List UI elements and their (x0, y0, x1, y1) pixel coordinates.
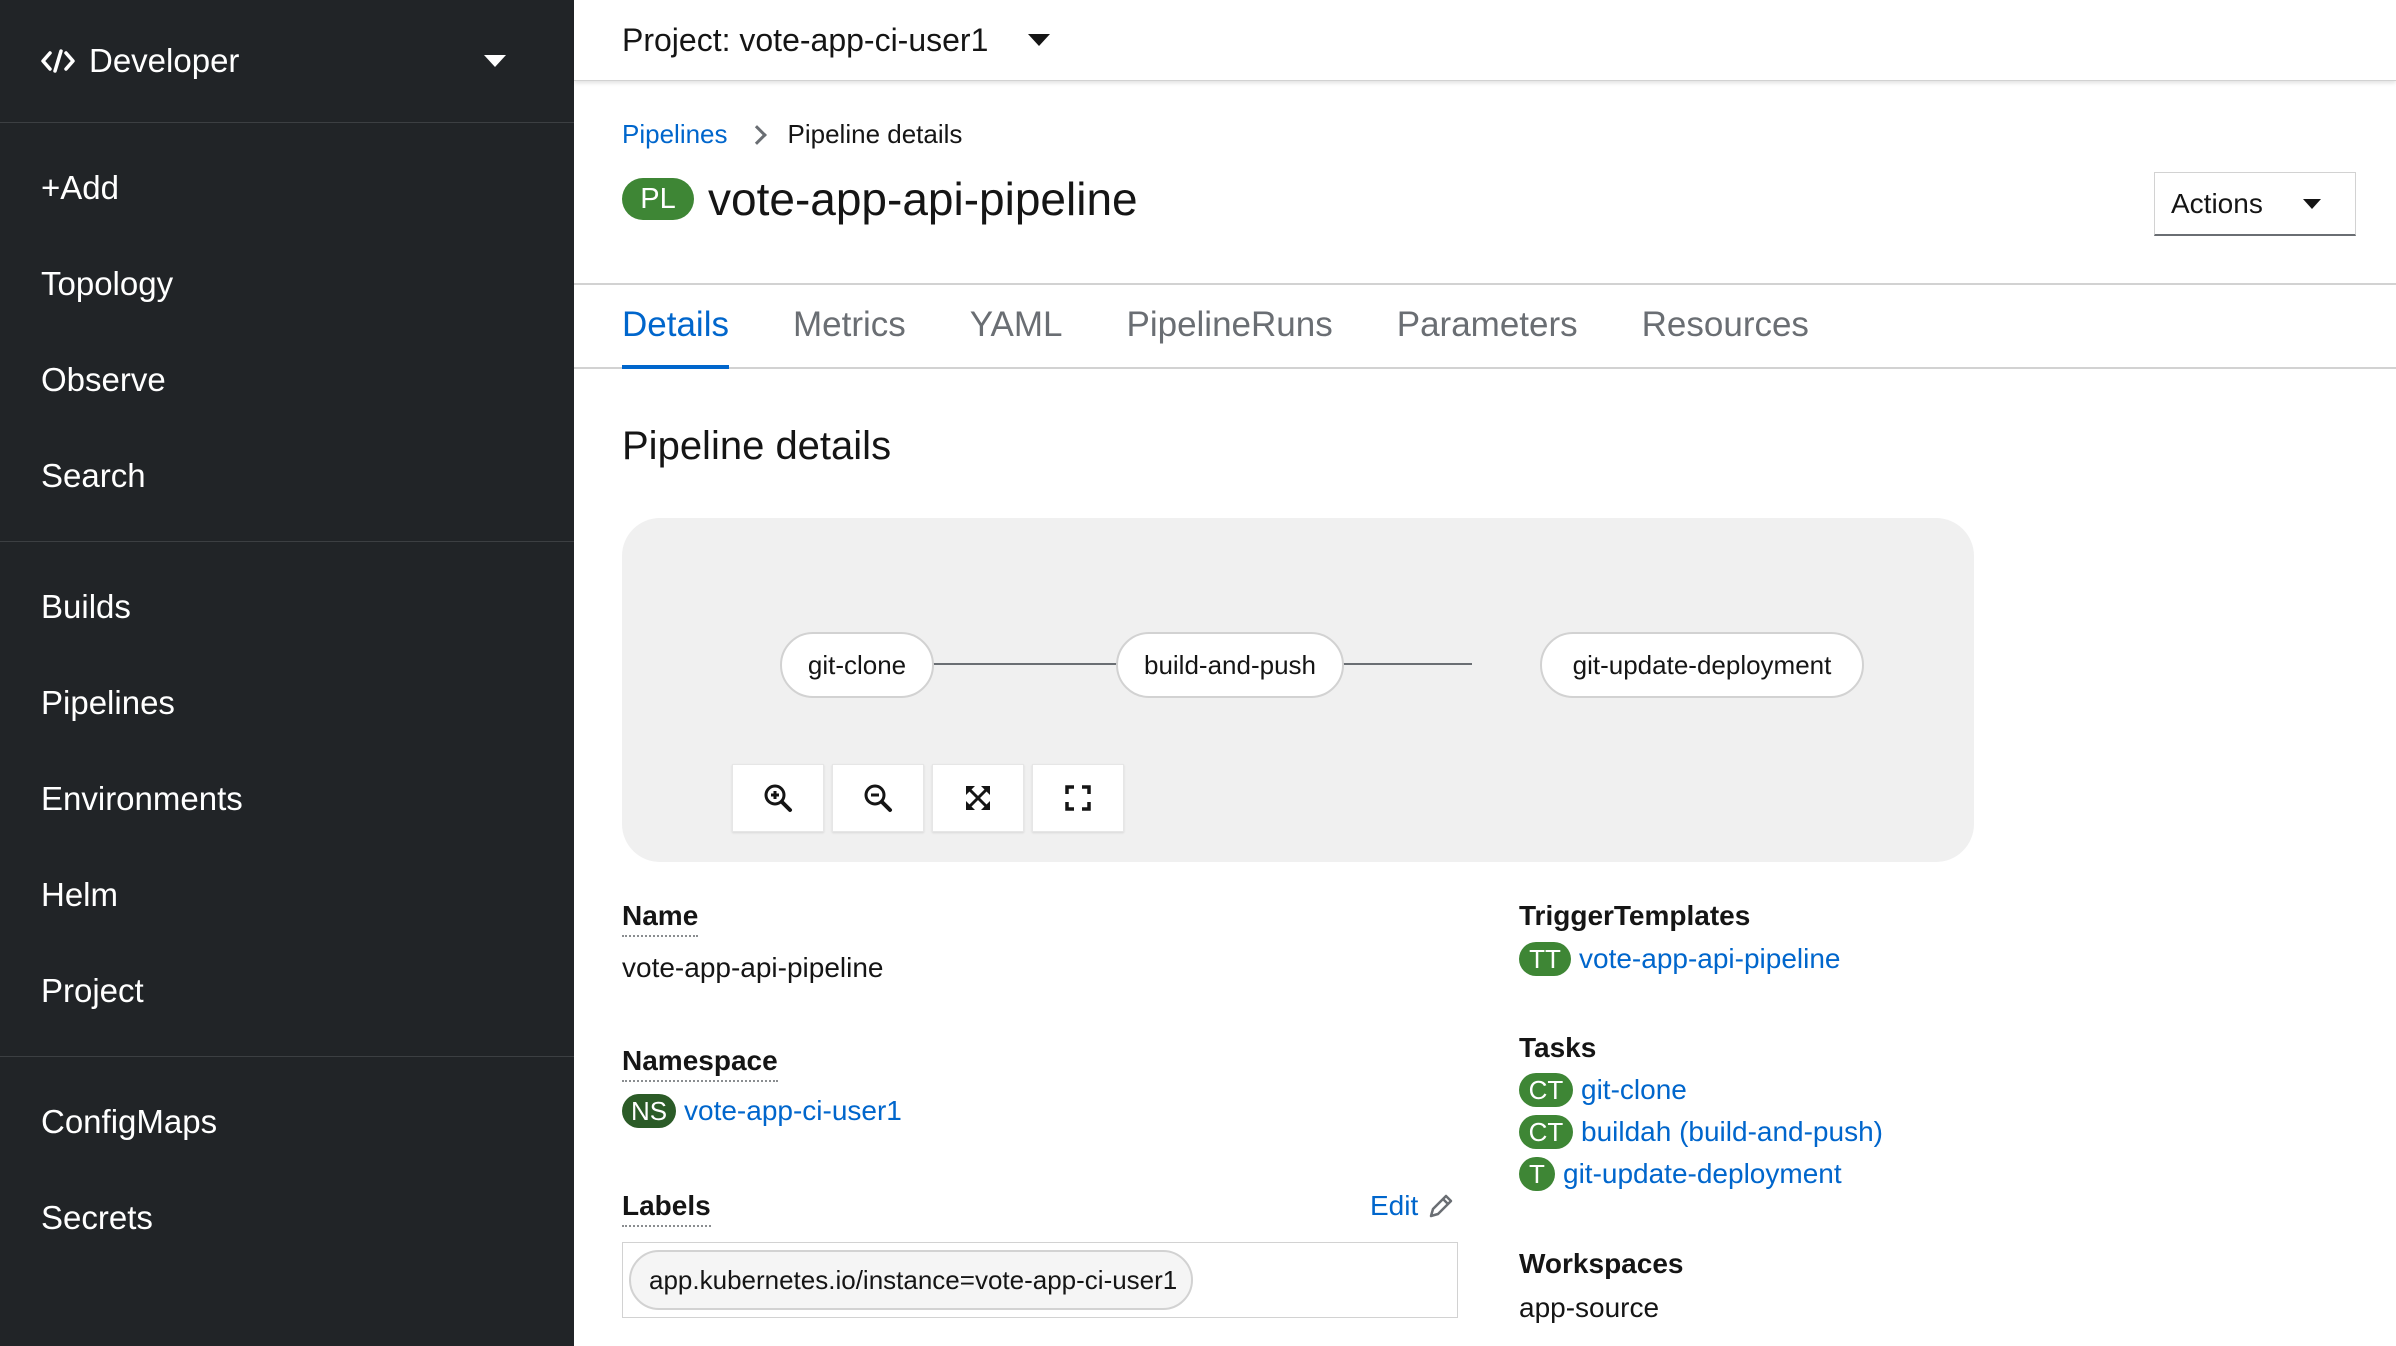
edit-labels-label: Edit (1370, 1190, 1419, 1221)
main-content: Project: vote-app-ci-user1 Pipelines Pip… (574, 0, 2396, 1346)
perspective-switcher[interactable]: Developer (0, 0, 574, 123)
sidebar: Developer +Add Topology Observe Search B… (0, 0, 574, 1346)
project-selector[interactable]: Project: vote-app-ci-user1 (622, 22, 988, 59)
tab-metrics[interactable]: Metrics (793, 285, 906, 369)
name-field: Name (622, 900, 699, 937)
task-node-git-update-deployment[interactable]: git-update-deployment (1540, 632, 1864, 698)
workspaces-label: Workspaces (1519, 1248, 1684, 1279)
nav-item-builds[interactable]: Builds (0, 559, 574, 655)
pipeline-topology: git-clone build-and-push git-update-depl… (622, 518, 1974, 862)
tab-pipelineruns[interactable]: PipelineRuns (1126, 285, 1332, 369)
task-badge: T (1519, 1157, 1555, 1191)
task-link-buildah[interactable]: buildah (build-and-push) (1581, 1116, 1883, 1148)
name-value: vote-app-api-pipeline (622, 952, 884, 983)
namespace-value-row: NS vote-app-ci-user1 (622, 1094, 902, 1128)
caret-down-icon (484, 55, 506, 67)
nav-item-search[interactable]: Search (0, 428, 574, 524)
trigger-templates-label: TriggerTemplates (1519, 900, 1751, 931)
task-node-build-and-push[interactable]: build-and-push (1116, 632, 1344, 698)
fit-to-screen-button[interactable] (932, 764, 1024, 832)
tasks-label: Tasks (1519, 1032, 1597, 1063)
title-row: PL vote-app-api-pipeline (622, 172, 2348, 226)
page-title: vote-app-api-pipeline (708, 173, 1138, 225)
cluster-task-badge: CT (1519, 1115, 1573, 1149)
namespace-badge: NS (622, 1094, 676, 1128)
task-link-git-clone[interactable]: git-clone (1581, 1074, 1687, 1106)
zoom-out-icon (864, 784, 892, 812)
code-icon (41, 49, 75, 73)
actions-label: Actions (2171, 187, 2263, 219)
trigger-template-badge: TT (1519, 942, 1571, 976)
nav-group-config: ConfigMaps Secrets (0, 1057, 574, 1283)
zoom-in-button[interactable] (732, 764, 824, 832)
nav-item-observe[interactable]: Observe (0, 332, 574, 428)
breadcrumb-pipelines-link[interactable]: Pipelines (622, 119, 728, 150)
breadcrumb-current: Pipeline details (787, 119, 963, 149)
task-link-git-update-deployment[interactable]: git-update-deployment (1563, 1158, 1842, 1190)
expand-button[interactable] (1032, 764, 1124, 832)
namespace-label: Namespace (622, 1045, 778, 1082)
name-label: Name (622, 900, 699, 937)
nav-group-main: +Add Topology Observe Search (0, 123, 574, 542)
nav-item-topology[interactable]: Topology (0, 236, 574, 332)
caret-down-icon (2303, 198, 2321, 209)
actions-dropdown[interactable]: Actions (2154, 172, 2356, 236)
labels-box: app.kubernetes.io/instance=vote-app-ci-u… (622, 1242, 1458, 1318)
label-chip: app.kubernetes.io/instance=vote-app-ci-u… (629, 1250, 1194, 1310)
tab-details[interactable]: Details (622, 285, 729, 369)
breadcrumb: Pipelines Pipeline details (622, 119, 2348, 150)
tab-bar: Details Metrics YAML PipelineRuns Parame… (574, 285, 2396, 369)
zoom-in-icon (764, 784, 792, 812)
labels-label: Labels (622, 1190, 711, 1227)
pencil-icon (1430, 1194, 1453, 1218)
nav-item-pipelines[interactable]: Pipelines (0, 655, 574, 751)
page-header: Pipelines Pipeline details PL vote-app-a… (574, 81, 2396, 285)
labels-field: Labels (622, 1190, 711, 1227)
chevron-right-icon (746, 124, 767, 145)
workspaces-value: app-source (1519, 1292, 1660, 1323)
zoom-out-button[interactable] (832, 764, 924, 832)
namespace-link[interactable]: vote-app-ci-user1 (684, 1095, 902, 1127)
nav-group-resources: Builds Pipelines Environments Helm Proje… (0, 542, 574, 1057)
task-row: T git-update-deployment (1519, 1157, 1842, 1191)
cluster-task-badge: CT (1519, 1073, 1573, 1107)
nav-item-secrets[interactable]: Secrets (0, 1170, 574, 1266)
nav-item-add[interactable]: +Add (0, 140, 574, 236)
nav-item-project[interactable]: Project (0, 943, 574, 1039)
pipeline-badge: PL (622, 178, 694, 220)
nav-item-helm[interactable]: Helm (0, 847, 574, 943)
project-bar: Project: vote-app-ci-user1 (574, 0, 2396, 81)
task-row: CT git-clone (1519, 1073, 1687, 1107)
expand-icon (1065, 785, 1091, 811)
trigger-template-row: TT vote-app-api-pipeline (1519, 942, 1841, 976)
edge-line (926, 663, 1124, 665)
section-title: Pipeline details (622, 424, 892, 468)
task-row: CT buildah (build-and-push) (1519, 1115, 1883, 1149)
tab-yaml[interactable]: YAML (970, 285, 1063, 369)
tab-parameters[interactable]: Parameters (1397, 285, 1578, 369)
edge-line (1340, 663, 1472, 665)
details-section: Pipeline details (574, 424, 2396, 469)
nav-item-environments[interactable]: Environments (0, 751, 574, 847)
task-node-git-clone[interactable]: git-clone (780, 632, 934, 698)
perspective-label: Developer (89, 42, 240, 79)
fit-to-screen-icon (966, 786, 990, 810)
trigger-template-link[interactable]: vote-app-api-pipeline (1579, 943, 1841, 975)
nav-item-configmaps[interactable]: ConfigMaps (0, 1074, 574, 1170)
namespace-field: Namespace (622, 1045, 778, 1082)
tab-resources[interactable]: Resources (1642, 285, 1809, 369)
caret-down-icon[interactable] (1028, 34, 1051, 46)
edit-labels-button[interactable]: Edit (1370, 1190, 1456, 1222)
